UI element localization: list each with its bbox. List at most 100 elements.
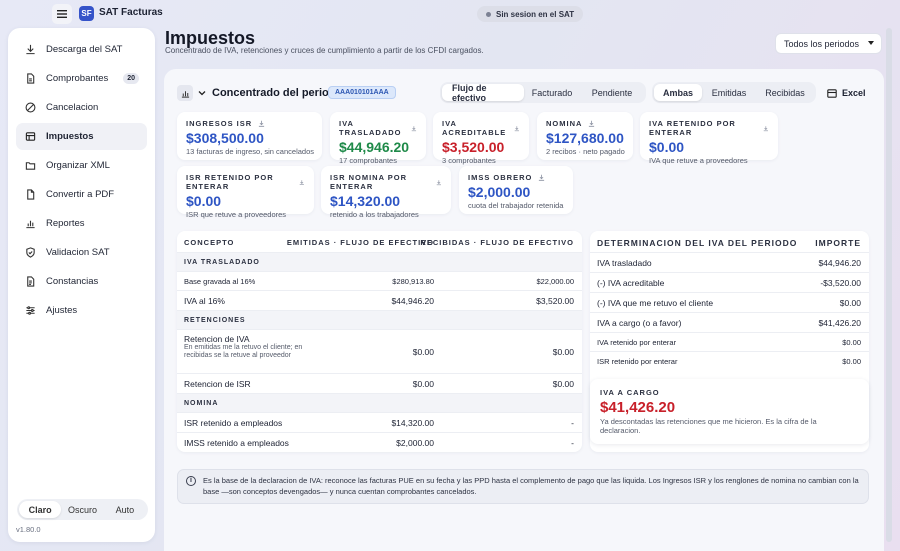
- view-option-pendiente[interactable]: Pendiente: [580, 84, 644, 101]
- kpi-card-imss-obrero: IMSS OBRERO $2,000.00 cuota del trabajad…: [459, 166, 573, 214]
- sidebar-item-descarga[interactable]: Descarga del SAT: [16, 36, 147, 63]
- view-option-flujo[interactable]: Flujo de efectivo: [442, 83, 524, 103]
- group-label: NOMINA: [184, 400, 219, 407]
- theme-option-oscuro[interactable]: Oscuro: [61, 501, 103, 518]
- download-icon[interactable]: [514, 125, 520, 132]
- sidebar-item-label: Comprobantes: [46, 73, 109, 84]
- table-row[interactable]: Retencion de IVA En emitidas me la retuv…: [177, 330, 582, 374]
- export-excel-button[interactable]: Excel: [827, 86, 866, 100]
- row-concept: Retencion de ISR: [184, 379, 251, 389]
- kpi-value: $0.00: [649, 139, 685, 155]
- period-select-value: Todos los periodos: [784, 38, 860, 49]
- download-icon[interactable]: [588, 120, 595, 127]
- kpi-label: NOMINA: [546, 119, 583, 128]
- scope-option-emitidas[interactable]: Emitidas: [702, 84, 756, 101]
- table-row[interactable]: ISR retenido a empleados $14,320.00 -: [177, 413, 582, 433]
- info-note: i Es la base de la declaracion de IVA: r…: [177, 469, 869, 504]
- download-icon[interactable]: [763, 125, 769, 132]
- bar-chart-icon: [181, 90, 189, 98]
- row-amount: $41,426.20: [818, 318, 861, 328]
- page-subtitle: Concentrado de IVA, retenciones y cruces…: [165, 46, 484, 55]
- file-icon: [25, 189, 36, 200]
- kpi-subtitle: 3 comprobantes: [442, 156, 496, 165]
- theme-option-auto[interactable]: Auto: [104, 501, 146, 518]
- summary-note: Ya descontadas las retenciones que me hi…: [600, 417, 817, 435]
- table-icon: [25, 131, 36, 142]
- sidebar-item-organizar-xml[interactable]: Organizar XML: [16, 152, 147, 179]
- table-group-row: NOMINA: [177, 394, 582, 413]
- kpi-label: IMSS OBRERO: [468, 173, 533, 182]
- row-recibidas: $0.00: [552, 379, 574, 389]
- sidebar-item-label: Convertir a PDF: [46, 189, 115, 200]
- sidebar-item-ajustes[interactable]: Ajustes: [16, 297, 147, 324]
- period-select[interactable]: Todos los periodos: [775, 33, 882, 54]
- theme-option-claro[interactable]: Claro: [19, 501, 62, 518]
- theme-toggle: Claro Oscuro Auto: [17, 499, 148, 520]
- scope-option-recibidas[interactable]: Recibidas: [756, 84, 814, 101]
- sidebar-item-impuestos[interactable]: Impuestos: [16, 123, 147, 150]
- summary-value: $41,426.20: [600, 399, 676, 416]
- row-recibidas: $0.00: [552, 347, 574, 357]
- sidebar-item-convertir-pdf[interactable]: Convertir a PDF: [16, 181, 147, 208]
- sidebar-item-cancelacion[interactable]: Cancelacion: [16, 94, 147, 121]
- section-title: Concentrado del periodo: [212, 87, 343, 99]
- top-bar: SF SAT Facturas Sin sesion en el SAT: [0, 0, 900, 28]
- kpi-value: $44,946.20: [339, 139, 410, 155]
- kpi-card-ingresos-isr: INGRESOS ISR $308,500.00 13 facturas de …: [177, 112, 322, 160]
- table-row[interactable]: IVA retenido por enterar $0.00: [590, 333, 869, 352]
- column-header: DETERMINACION DEL IVA DEL PERIODO: [597, 238, 798, 248]
- sidebar-item-label: Organizar XML: [46, 160, 110, 171]
- view-segmented-control: Flujo de efectivo Facturado Pendiente: [440, 82, 646, 103]
- row-emitidas: $0.00: [412, 347, 434, 357]
- download-icon[interactable]: [411, 125, 417, 132]
- row-recibidas: -: [571, 418, 574, 428]
- row-emitidas: $0.00: [412, 379, 434, 389]
- table-row[interactable]: ISR retenido por enterar $0.00: [590, 352, 869, 371]
- page-scrollbar[interactable]: [886, 28, 892, 542]
- sidebar-item-label: Constancias: [46, 276, 99, 287]
- view-option-facturado[interactable]: Facturado: [524, 84, 580, 101]
- kpi-card-iva-retenido: IVA RETENIDO POR ENTERAR $0.00 IVA que r…: [640, 112, 778, 165]
- scope-option-ambas[interactable]: Ambas: [654, 84, 702, 101]
- menu-button[interactable]: [52, 4, 72, 24]
- export-excel-label: Excel: [842, 88, 866, 98]
- table-row[interactable]: IVA trasladado $44,946.20: [590, 253, 869, 273]
- column-header: CONCEPTO: [184, 238, 235, 247]
- flow-table: CONCEPTO EMITIDAS · FLUJO DE EFECTIVO RE…: [177, 231, 582, 452]
- download-icon[interactable]: [538, 174, 545, 181]
- chevron-down-icon[interactable]: [198, 88, 206, 98]
- column-header: EMITIDAS · FLUJO DE EFECTIVO: [286, 238, 434, 247]
- table-row[interactable]: IVA al 16% $44,946.20 $3,520.00: [177, 291, 582, 311]
- sidebar-item-validacion-sat[interactable]: Validacion SAT: [16, 239, 147, 266]
- table-row[interactable]: (-) IVA que me retuvo el cliente $0.00: [590, 293, 869, 313]
- sidebar-item-reportes[interactable]: Reportes: [16, 210, 147, 237]
- sidebar: Descarga del SAT Comprobantes 20 Cancela…: [8, 28, 155, 542]
- table-row[interactable]: (-) IVA acreditable -$3,520.00: [590, 273, 869, 293]
- kpi-value: $127,680.00: [546, 130, 624, 146]
- kpi-card-nomina: NOMINA $127,680.00 2 recibos · neto paga…: [537, 112, 633, 160]
- scope-segmented-control: Ambas Emitidas Recibidas: [652, 82, 816, 103]
- download-icon[interactable]: [436, 179, 442, 186]
- app-version: v1.80.0: [16, 525, 41, 534]
- download-icon[interactable]: [299, 179, 305, 186]
- download-icon[interactable]: [258, 120, 265, 127]
- info-icon: i: [186, 476, 196, 486]
- hamburger-icon: [57, 10, 67, 18]
- row-concept: IVA retenido por enterar: [597, 338, 677, 347]
- table-row[interactable]: Retencion de ISR $0.00 $0.00: [177, 374, 582, 394]
- table-row[interactable]: IVA a cargo (o a favor) $41,426.20: [590, 313, 869, 333]
- sidebar-item-constancias[interactable]: Constancias: [16, 268, 147, 295]
- kpi-subtitle: 13 facturas de ingreso, sin cancelados: [186, 147, 314, 156]
- kpi-label: ISR NOMINA POR ENTERAR: [330, 173, 408, 191]
- row-concept: (-) IVA que me retuvo el cliente: [597, 298, 714, 308]
- table-row[interactable]: Base gravada al 16% $280,913.80 $22,000.…: [177, 272, 582, 291]
- collapse-section-button[interactable]: [177, 85, 193, 101]
- sidebar-item-comprobantes[interactable]: Comprobantes 20: [16, 65, 147, 92]
- session-status[interactable]: Sin sesion en el SAT: [477, 6, 584, 22]
- row-concept: (-) IVA acreditable: [597, 278, 665, 288]
- kpi-subtitle: ISR que retuve a proveedores: [186, 210, 287, 219]
- kpi-label: IVA TRASLADADO: [339, 119, 402, 137]
- table-row[interactable]: IMSS retenido a empleados $2,000.00 -: [177, 433, 582, 452]
- kpi-card-iva-acreditable: IVA ACREDITABLE $3,520.00 3 comprobantes: [433, 112, 529, 165]
- column-header: IMPORTE: [815, 238, 861, 248]
